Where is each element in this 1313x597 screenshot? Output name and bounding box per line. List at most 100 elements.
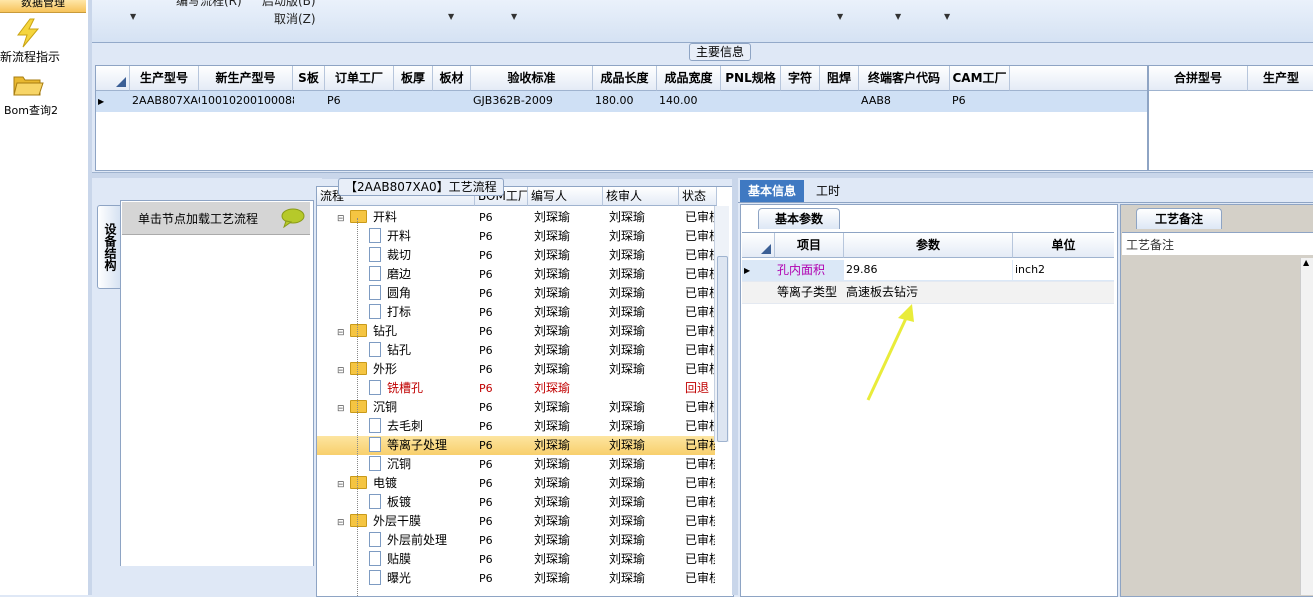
col-header[interactable]: 板材 (433, 66, 471, 91)
flow-cell-factory[interactable]: P6 (479, 208, 527, 227)
flow-cell-writer[interactable]: 刘琛瑜 (534, 322, 602, 341)
flow-cell-reviewer[interactable]: 刘琛瑜 (609, 398, 677, 417)
dropdown-caret-icon[interactable]: ▼ (895, 12, 901, 21)
col-header[interactable]: 核审人 (603, 187, 679, 206)
flow-cell-factory[interactable]: P6 (479, 474, 527, 493)
flow-tree-row[interactable]: 打标P6刘琛瑜刘琛瑜已审核 (317, 303, 715, 322)
flow-cell-writer[interactable]: 刘琛瑜 (534, 341, 602, 360)
flow-cell-reviewer[interactable]: 刘琛瑜 (609, 341, 677, 360)
flow-tree-row[interactable]: 圆角P6刘琛瑜刘琛瑜已审核 (317, 284, 715, 303)
flow-cell-status[interactable]: 已审核 (685, 398, 715, 417)
flow-cell-reviewer[interactable]: 刘琛瑜 (609, 493, 677, 512)
col-header[interactable]: 新生产型号 (199, 66, 293, 91)
table-cell[interactable] (781, 91, 821, 111)
table-row[interactable]: ▶ 孔内面积 29.86 inch2 (742, 260, 1114, 282)
col-header[interactable]: S板 (293, 66, 325, 91)
table-cell[interactable]: P6 (325, 91, 395, 111)
flow-cell-writer[interactable]: 刘琛瑜 (534, 493, 602, 512)
col-header[interactable]: 阻焊 (820, 66, 859, 91)
flow-cell-writer[interactable]: 刘琛瑜 (534, 379, 602, 398)
flow-cell-status[interactable]: 已审核 (685, 265, 715, 284)
flow-cell-status[interactable]: 已审核 (685, 569, 715, 588)
flow-cell-reviewer[interactable]: 刘琛瑜 (609, 303, 677, 322)
flow-cell-factory[interactable]: P6 (479, 379, 527, 398)
flow-cell-status[interactable]: 已审核 (685, 360, 715, 379)
flow-cell-factory[interactable]: P6 (479, 246, 527, 265)
flow-cell-factory[interactable]: P6 (479, 569, 527, 588)
flow-cell-factory[interactable]: P6 (479, 284, 527, 303)
col-header[interactable]: 字符 (781, 66, 820, 91)
flow-cell-reviewer[interactable]: 刘琛瑜 (609, 208, 677, 227)
flow-cell-status[interactable]: 已审核 (685, 474, 715, 493)
toolbar-item-cancel[interactable]: 取消(Z) (274, 10, 316, 27)
nav-item-new-flow[interactable]: 新流程指示 (0, 48, 88, 65)
flow-cell-writer[interactable]: 刘琛瑜 (534, 455, 602, 474)
collapse-icon[interactable]: ⊟ (337, 400, 346, 417)
flow-tree-row[interactable]: 沉铜P6刘琛瑜刘琛瑜已审核 (317, 455, 715, 474)
dropdown-caret-icon[interactable]: ▼ (448, 12, 454, 21)
flow-tree-row[interactable]: 去毛刺P6刘琛瑜刘琛瑜已审核 (317, 417, 715, 436)
flow-tree-row[interactable]: 贴膜P6刘琛瑜刘琛瑜已审核 (317, 550, 715, 569)
flow-cell-reviewer[interactable]: 刘琛瑜 (609, 550, 677, 569)
tab-basic-params[interactable]: 基本参数 (758, 208, 840, 229)
col-header[interactable]: 生产型 (1248, 66, 1313, 91)
flow-cell-writer[interactable]: 刘琛瑜 (534, 569, 602, 588)
table-cell[interactable]: inch2 (1013, 260, 1114, 280)
flow-cell-status[interactable]: 已审核 (685, 341, 715, 360)
collapse-icon[interactable]: ⊟ (337, 476, 346, 493)
flow-tree-row[interactable]: ⊟开料P6刘琛瑜刘琛瑜已审核 (317, 208, 715, 227)
toolbar-item-write-flow[interactable]: 编写流程(R) (176, 0, 242, 9)
grid-corner[interactable] (742, 233, 775, 258)
table-cell[interactable] (394, 91, 434, 111)
flow-cell-writer[interactable]: 刘琛瑜 (534, 360, 602, 379)
flow-cell-writer[interactable]: 刘琛瑜 (534, 436, 602, 455)
flow-cell-reviewer[interactable]: 刘琛瑜 (609, 284, 677, 303)
flow-tree-row[interactable]: 铣槽孔 P6 刘琛瑜 回退 (317, 379, 715, 398)
flow-cell-reviewer[interactable]: 刘琛瑜 (609, 417, 677, 436)
flow-tree-row[interactable]: ⊟钻孔P6刘琛瑜刘琛瑜已审核 (317, 322, 715, 341)
flow-cell-factory[interactable]: P6 (479, 512, 527, 531)
tab-device-structure[interactable]: 设备结构 (97, 205, 121, 289)
tab-process-notes[interactable]: 工艺备注 (1136, 208, 1222, 229)
table-row[interactable]: 等离子类型 高速板去钻污 (742, 282, 1114, 304)
flow-cell-factory[interactable]: P6 (479, 550, 527, 569)
flow-cell-reviewer[interactable]: 刘琛瑜 (609, 227, 677, 246)
col-header[interactable]: 成品长度 (593, 66, 657, 91)
col-header[interactable]: 状态 (679, 187, 717, 206)
toolbar-item-start[interactable]: 启动版(B) (262, 0, 316, 9)
flow-cell-factory[interactable]: P6 (479, 455, 527, 474)
col-header[interactable]: CAM工厂 (950, 66, 1010, 91)
flow-tree-row[interactable]: ⊟沉铜P6刘琛瑜刘琛瑜已审核 (317, 398, 715, 417)
flow-cell-status[interactable]: 已审核 (685, 436, 715, 455)
table-cell[interactable] (1013, 282, 1114, 302)
grid-corner[interactable] (96, 66, 130, 91)
flow-cell-status[interactable]: 已审核 (685, 303, 715, 322)
flow-cell-factory[interactable]: P6 (479, 360, 527, 379)
flow-cell-reviewer[interactable]: 刘琛瑜 (609, 569, 677, 588)
flow-cell-factory[interactable]: P6 (479, 303, 527, 322)
flow-tree-row[interactable]: 外层前处理P6刘琛瑜刘琛瑜已审核 (317, 531, 715, 550)
table-cell[interactable]: 10010200100088 (199, 91, 294, 111)
col-header[interactable]: 编写人 (528, 187, 603, 206)
dropdown-caret-icon[interactable]: ▼ (511, 12, 517, 21)
flow-cell-factory[interactable]: P6 (479, 341, 527, 360)
table-cell[interactable] (721, 91, 782, 111)
flow-cell-factory[interactable]: P6 (479, 417, 527, 436)
flow-tree-row[interactable]: ⊟外形P6刘琛瑜刘琛瑜已审核 (317, 360, 715, 379)
flow-cell-writer[interactable]: 刘琛瑜 (534, 246, 602, 265)
collapse-icon[interactable]: ⊟ (337, 210, 346, 227)
col-header[interactable]: 订单工厂 (325, 66, 394, 91)
flow-cell-factory[interactable]: P6 (479, 398, 527, 417)
flow-cell-reviewer[interactable]: 刘琛瑜 (609, 436, 677, 455)
flow-cell-status[interactable]: 已审核 (685, 550, 715, 569)
flow-tree-row[interactable]: 板镀P6刘琛瑜刘琛瑜已审核 (317, 493, 715, 512)
collapse-icon[interactable]: ⊟ (337, 514, 346, 531)
table-cell[interactable]: 140.00 (657, 91, 722, 111)
table-cell[interactable]: 等离子类型 (775, 282, 843, 302)
flow-cell-writer[interactable]: 刘琛瑜 (534, 208, 602, 227)
flow-cell-reviewer[interactable] (609, 379, 677, 398)
table-cell[interactable]: 29.86 (844, 260, 1012, 280)
flow-cell-factory[interactable]: P6 (479, 322, 527, 341)
flow-cell-writer[interactable]: 刘琛瑜 (534, 512, 602, 531)
col-header[interactable]: 参数 (844, 233, 1013, 258)
